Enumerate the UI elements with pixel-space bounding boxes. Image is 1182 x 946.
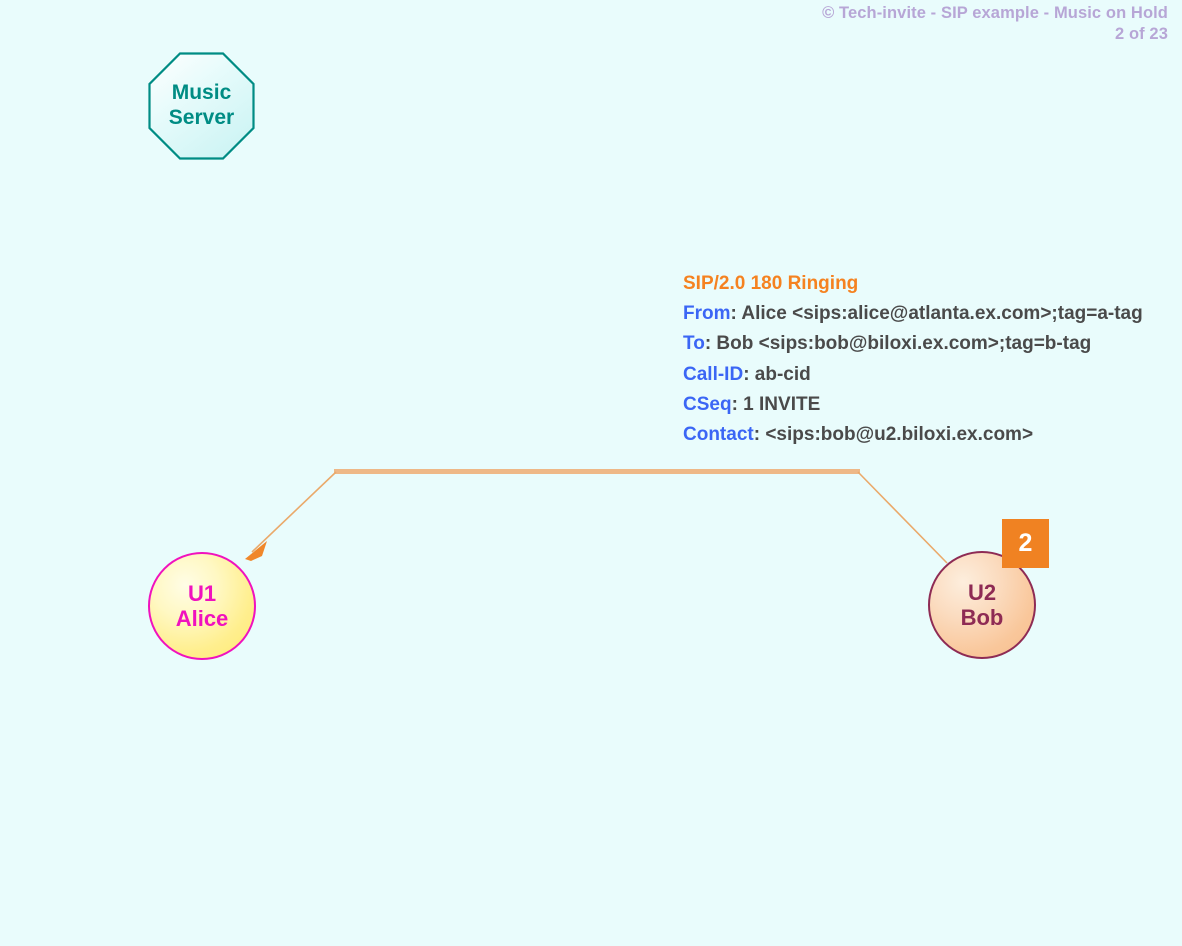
sip-header-value: : 1 INVITE	[731, 393, 821, 415]
header-caption: © Tech-invite - SIP example - Music on H…	[822, 3, 1168, 45]
node-u1-line2: Alice	[175, 606, 229, 631]
node-u1-alice[interactable]: U1 Alice	[148, 552, 256, 660]
page-indicator: 2 of 23	[1115, 25, 1168, 44]
sip-header-list: From: Alice <sips:alice@atlanta.ex.com>;…	[683, 299, 1143, 450]
sip-header-row: Contact: <sips:bob@u2.biloxi.ex.com>	[683, 420, 1143, 450]
node-music-server[interactable]: Music Server	[148, 52, 255, 160]
sip-header-name: From	[683, 303, 731, 325]
diagram-canvas: © Tech-invite - SIP example - Music on H…	[0, 0, 1182, 946]
sip-header-value: : <sips:bob@u2.biloxi.ex.com>	[753, 424, 1034, 446]
arrow-segment-right-diagonal	[857, 471, 948, 564]
sip-header-name: To	[683, 333, 705, 355]
sip-header-row: From: Alice <sips:alice@atlanta.ex.com>;…	[683, 299, 1143, 329]
sip-start-line: SIP/2.0 180 Ringing	[683, 273, 859, 294]
sip-header-name: CSeq	[683, 393, 732, 415]
sip-header-row: Call-ID: ab-cid	[683, 360, 1143, 390]
sip-header-value: : Bob <sips:bob@biloxi.ex.com>;tag=b-tag	[704, 333, 1092, 355]
octagon-shape	[148, 52, 255, 160]
sip-header-value: : Alice <sips:alice@atlanta.ex.com>;tag=…	[730, 303, 1143, 325]
sip-header-row: To: Bob <sips:bob@biloxi.ex.com>;tag=b-t…	[683, 329, 1143, 359]
node-u2-line1: U2	[967, 579, 997, 605]
arrow-segment-left-diagonal	[251, 471, 337, 553]
sip-header-name: Contact	[683, 424, 754, 446]
sip-header-name: Call-ID	[683, 363, 744, 385]
sip-header-row: CSeq: 1 INVITE	[683, 390, 1143, 420]
arrowhead-icon	[245, 541, 267, 561]
header-title: © Tech-invite - SIP example - Music on H…	[822, 4, 1168, 22]
step-number-badge: 2	[1002, 519, 1049, 568]
sip-header-value: : ab-cid	[743, 363, 811, 385]
node-u2-line2: Bob	[960, 605, 1004, 630]
sip-message-block: SIP/2.0 180 Ringing From: Alice <sips:al…	[683, 269, 1143, 450]
node-u1-line1: U1	[187, 580, 217, 606]
step-number-badge-label: 2	[1018, 529, 1033, 557]
